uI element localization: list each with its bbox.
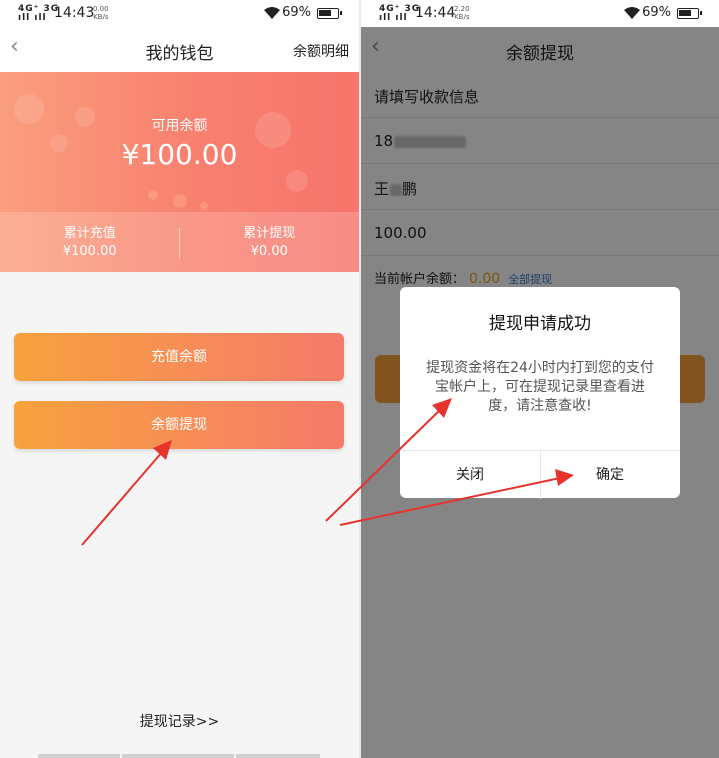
withdraw-total: 累计提现 ¥0.00 — [180, 222, 360, 259]
dialog-buttons: 关闭 确定 — [400, 450, 680, 499]
available-balance-label: 可用余额 — [151, 118, 208, 134]
battery-icon — [317, 8, 342, 19]
close-button[interactable]: 关闭 — [400, 451, 540, 499]
decorative-dot — [148, 190, 158, 200]
withdraw-history-link[interactable]: 提现记录>> — [0, 711, 359, 731]
available-balance-amount: ¥100.00 — [121, 138, 238, 171]
dialog-message: 提现资金将在24小时内打到您的支付宝帐户上，可在提现记录里查看进度，请注意查收! — [426, 360, 654, 414]
status-bar: 4G⁺ 3G ıll ıll 14:43 0.00 KB/s 69% — [0, 0, 359, 27]
bottom-tab-edge — [236, 754, 320, 758]
network-speed: 2.20 KB/s — [454, 5, 470, 21]
wifi-icon — [624, 7, 640, 19]
decorative-dot — [200, 202, 208, 210]
wifi-icon — [264, 7, 280, 19]
status-bar: 4G⁺ 3G ıll ıll 14:44 2.20 KB/s 69% — [361, 0, 719, 27]
bottom-tab-edge — [122, 754, 234, 758]
balance-card: 可用余额 ¥100.00 累计充值 ¥100.00 累计提现 ¥0.00 — [0, 72, 359, 272]
battery-percent: 69% — [282, 5, 311, 20]
status-time: 14:44 — [415, 5, 456, 21]
decorative-coin — [286, 170, 308, 192]
signal-icon: 4G⁺ 3G ıll ıll — [18, 4, 60, 23]
nav-bar: ‹ 我的钱包 余额明细 — [0, 27, 359, 72]
withdraw-screen: 4G⁺ 3G ıll ıll 14:44 2.20 KB/s 69% ‹ 余额提… — [361, 0, 719, 758]
withdraw-total-value: ¥0.00 — [250, 244, 288, 259]
balance-details-link[interactable]: 余额明细 — [293, 41, 349, 61]
recharge-total-label: 累计充值 — [63, 226, 116, 241]
bottom-tab-edge — [38, 754, 120, 758]
status-time: 14:43 — [54, 5, 95, 21]
withdraw-button[interactable]: 余额提现 — [14, 401, 344, 449]
confirm-button[interactable]: 确定 — [540, 451, 680, 499]
recharge-total-value: ¥100.00 — [62, 244, 117, 259]
balance-summary: 累计充值 ¥100.00 累计提现 ¥0.00 — [0, 212, 359, 272]
network-speed: 0.00 KB/s — [93, 5, 109, 21]
battery-percent: 69% — [642, 5, 671, 20]
success-dialog: 提现申请成功 提现资金将在24小时内打到您的支付宝帐户上，可在提现记录里查看进度… — [400, 287, 680, 499]
recharge-button[interactable]: 充值余额 — [14, 333, 344, 381]
withdraw-total-label: 累计提现 — [243, 226, 296, 241]
recharge-total: 累计充值 ¥100.00 — [0, 222, 180, 259]
battery-icon — [677, 8, 702, 19]
wallet-screen: 4G⁺ 3G ıll ıll 14:43 0.00 KB/s 69% ‹ 我的钱… — [0, 0, 359, 758]
signal-icon: 4G⁺ 3G ıll ıll — [379, 4, 421, 23]
dialog-title: 提现申请成功 — [489, 314, 591, 334]
decorative-dot — [173, 194, 187, 208]
